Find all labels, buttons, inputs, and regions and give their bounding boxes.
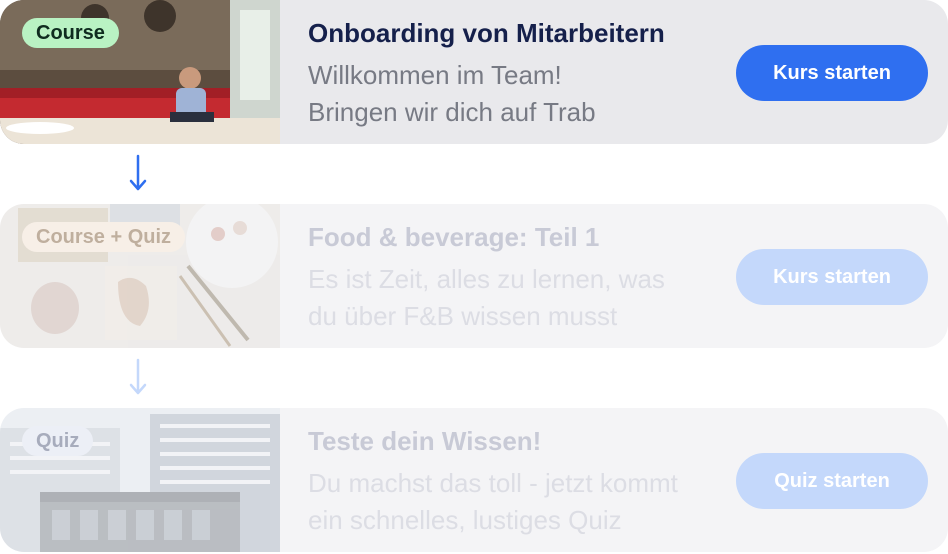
course-card-onboarding: Course Onboarding von Mitarbeitern Willk… — [0, 0, 948, 144]
course-description-line: Willkommen im Team! — [308, 60, 562, 90]
course-title: Food & beverage: Teil 1 — [308, 222, 600, 252]
course-type-badge: Quiz — [22, 426, 94, 456]
course-card-food-beverage: Course + Quiz Food & beverage: Teil 1 Es… — [0, 204, 948, 348]
course-type-badge: Course + Quiz — [22, 222, 186, 252]
course-title: Teste dein Wissen! — [308, 426, 542, 456]
restaurant-photo: Course — [0, 0, 280, 144]
course-description-line: Bringen wir dich auf Trab — [308, 97, 596, 127]
course-description: Du machst das toll - jetzt kommt ein sch… — [308, 465, 728, 539]
arrow-down-icon — [129, 154, 147, 191]
course-description-line: ein schnelles, lustiges Quiz — [308, 505, 622, 535]
course-title: Onboarding von Mitarbeitern — [308, 18, 665, 48]
arrow-down-icon — [129, 358, 147, 395]
start-course-button[interactable]: Kurs starten — [736, 45, 928, 101]
office-building-photo: Quiz — [0, 408, 280, 552]
course-description-line: du über F&B wissen musst — [308, 301, 618, 331]
course-description: Willkommen im Team! Bringen wir dich auf… — [308, 57, 728, 131]
course-description: Es ist Zeit, alles zu lernen, was du übe… — [308, 261, 728, 335]
course-description-line: Es ist Zeit, alles zu lernen, was — [308, 264, 665, 294]
start-course-button[interactable]: Kurs starten — [736, 249, 928, 305]
art-supplies-photo: Course + Quiz — [0, 204, 280, 348]
course-description-line: Du machst das toll - jetzt kommt — [308, 468, 678, 498]
start-quiz-button[interactable]: Quiz starten — [736, 453, 928, 509]
course-type-badge: Course — [22, 18, 119, 48]
course-card-quiz: Quiz Teste dein Wissen! Du machst das to… — [0, 408, 948, 552]
